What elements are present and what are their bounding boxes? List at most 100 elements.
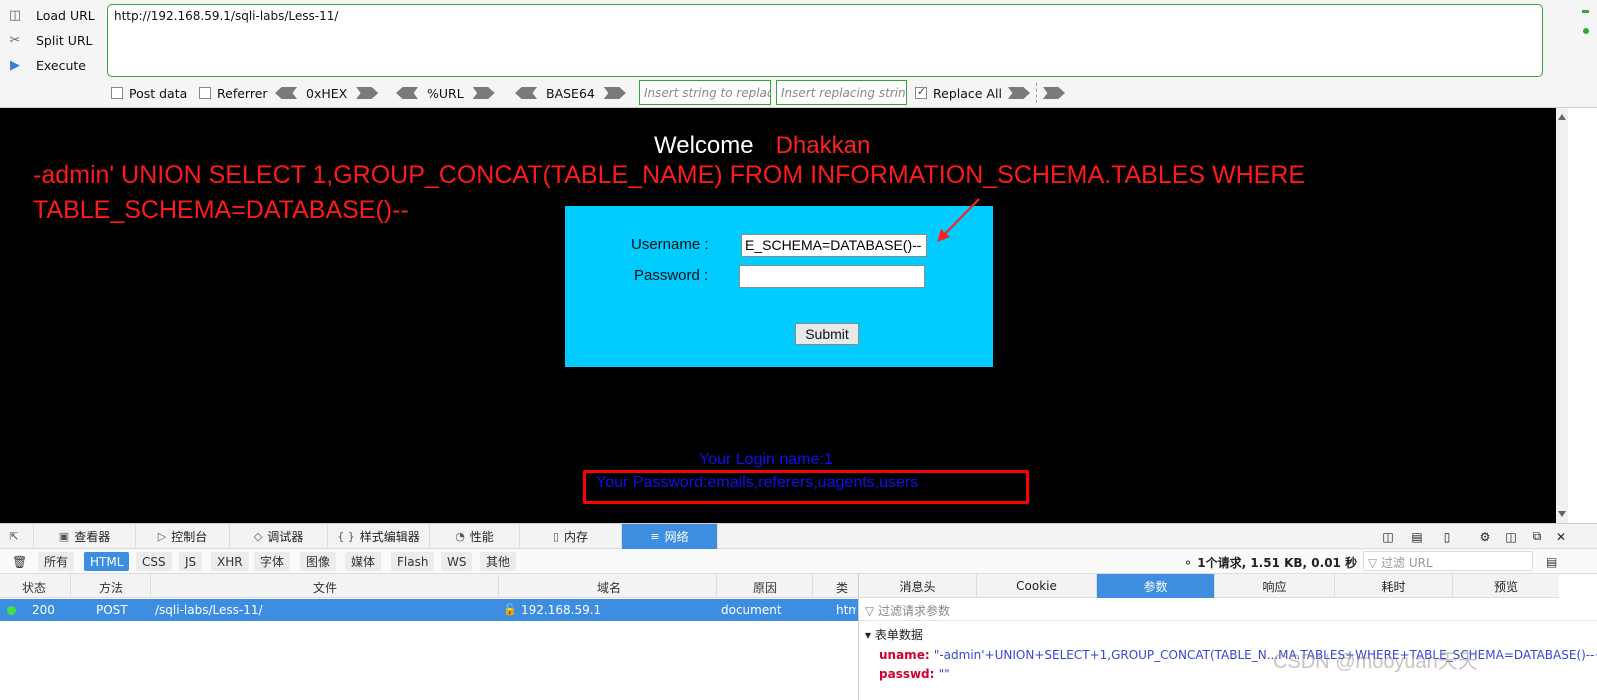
filter-ws[interactable]: WS <box>441 552 473 571</box>
tab-memory[interactable]: ▯ 内存 <box>520 524 622 549</box>
url-decode-arrow-icon[interactable] <box>396 87 418 99</box>
password-input[interactable] <box>739 265 925 288</box>
scissors-icon: ✂ <box>9 32 21 48</box>
tab-timings[interactable]: 耗时 <box>1335 574 1453 598</box>
debugger-icon: ◇ <box>253 530 263 543</box>
inspector-icon: ▣ <box>58 530 70 543</box>
base64-encode-arrow-icon[interactable] <box>603 87 626 99</box>
split-url-label: Split URL <box>36 32 93 48</box>
tab-inspector[interactable]: ▣ 查看器 <box>34 524 136 549</box>
replace-all-box[interactable] <box>915 85 927 99</box>
undock-icon[interactable]: ⧉ <box>1524 524 1550 549</box>
referrer-checkbox[interactable]: Referrer <box>199 82 268 104</box>
filter-other[interactable]: 其他 <box>480 552 517 571</box>
filter-fonts[interactable]: 字体 <box>254 552 291 571</box>
filter-media[interactable]: 媒体 <box>345 552 382 571</box>
page-viewport: Welcome Dhakkan -admin' UNION SELECT 1,GR… <box>0 108 1556 523</box>
split-console-icon[interactable]: ▤ <box>1404 524 1430 549</box>
filter-all[interactable]: 所有 <box>38 552 75 571</box>
replacing-string-input[interactable]: Insert replacing string <box>776 80 907 105</box>
replace-go <box>1008 82 1065 104</box>
form-data-section[interactable]: ▾ 表单数据 <box>865 626 923 643</box>
replace-all-checkbox[interactable]: Replace All <box>915 82 1002 104</box>
load-url-icon: ◫ <box>8 7 22 23</box>
replace-all-arrow-icon[interactable] <box>1043 87 1065 99</box>
responsive-mode-icon[interactable]: ▯ <box>1434 524 1460 549</box>
tab-label: 样式编辑器 <box>359 530 420 544</box>
post-data-box[interactable] <box>111 87 123 99</box>
username-input[interactable]: E_SCHEMA=DATABASE()-- <box>741 234 927 257</box>
param-filter-input[interactable]: ▽ 过滤请求参数 <box>865 602 950 619</box>
tab-label: 调试器 <box>267 530 304 544</box>
tab-response[interactable]: 响应 <box>1215 574 1335 598</box>
settings-gear-icon[interactable]: ⚙ <box>1472 524 1498 549</box>
tab-params[interactable]: 参数 <box>1097 574 1215 598</box>
red-arrow-annotation <box>937 198 980 242</box>
tab-style-editor[interactable]: { } 样式编辑器 <box>328 524 430 549</box>
split-url-button[interactable]: ✂ Split URL <box>6 29 93 51</box>
col-file[interactable]: 文件 <box>313 579 337 596</box>
tab-preview[interactable]: 预览 <box>1453 574 1559 598</box>
tab-debugger[interactable]: ◇ 调试器 <box>230 524 328 549</box>
status-dot-icon <box>7 606 16 615</box>
right-margin <box>1568 108 1597 523</box>
scroll-down-icon[interactable] <box>1558 511 1566 517</box>
tab-performance[interactable]: ◔ 性能 <box>430 524 520 549</box>
referrer-box[interactable] <box>199 87 211 99</box>
url-filter-input[interactable]: ▽ 过滤 URL <box>1363 551 1533 571</box>
hex-encode-arrow-icon[interactable] <box>356 87 379 99</box>
referrer-label: Referrer <box>217 85 268 101</box>
welcome-text: Welcome <box>654 132 754 159</box>
tab-label: 网络 <box>664 530 689 544</box>
base64-decode-arrow-icon[interactable] <box>515 87 537 99</box>
col-cause[interactable]: 原因 <box>753 579 777 596</box>
gauge-icon: ◔ <box>455 530 465 543</box>
col-status[interactable]: 状态 <box>22 579 46 596</box>
param-uname: uname: "-admin'+UNION+SELECT+1,GROUP_CON… <box>879 648 1597 662</box>
element-picker-button[interactable]: ⇱ <box>0 524 34 549</box>
execute-button[interactable]: ▶ Execute <box>6 54 86 76</box>
row-cause: document <box>721 603 782 617</box>
tab-headers[interactable]: 消息头 <box>859 574 977 598</box>
row-type: html <box>836 603 856 617</box>
console-icon: ▷ <box>157 530 167 543</box>
table-row[interactable]: 200 POST /sqli-labs/Less-11/ 🔓 192.168.5… <box>0 599 858 621</box>
scroll-marker-top <box>1582 10 1589 13</box>
filter-images[interactable]: 图像 <box>300 552 337 571</box>
base64-encoder: BASE64 <box>515 82 626 104</box>
request-details-panel: 消息头 Cookie 参数 响应 耗时 预览 ▽ 过滤请求参数 ▾ 表单数据 u… <box>858 574 1597 700</box>
tab-label: 查看器 <box>74 530 111 544</box>
filter-xhr[interactable]: XHR <box>211 552 249 571</box>
url-textarea[interactable]: http://192.168.59.1/sqli-labs/Less-11/ <box>107 4 1543 77</box>
replace-string-input[interactable]: Insert string to replace <box>639 80 771 105</box>
dock-side-icon[interactable]: ◫ <box>1498 524 1524 549</box>
tab-cookies[interactable]: Cookie <box>977 574 1097 598</box>
filter-flash[interactable]: Flash <box>391 552 435 571</box>
tab-console[interactable]: ▷ 控制台 <box>136 524 230 549</box>
replace-arrow-icon[interactable] <box>1008 87 1030 99</box>
param-value: "" <box>938 667 950 681</box>
page-scrollbar[interactable] <box>1556 108 1568 523</box>
submit-button[interactable]: Submit <box>795 323 859 345</box>
filter-js[interactable]: JS <box>179 552 203 571</box>
username-label: Username : <box>631 236 709 253</box>
post-data-checkbox[interactable]: Post data <box>111 82 187 104</box>
tab-network[interactable]: ≡ 网络 <box>622 524 718 549</box>
load-url-button[interactable]: ◫ Load URL <box>6 4 95 26</box>
filter-css[interactable]: CSS <box>136 552 172 571</box>
replace-all-label: Replace All <box>933 85 1002 101</box>
url-filter-placeholder: 过滤 URL <box>1381 556 1433 570</box>
col-method[interactable]: 方法 <box>99 579 123 596</box>
layout-icon[interactable]: ◫ <box>1372 524 1404 549</box>
hex-decode-arrow-icon[interactable] <box>275 87 297 99</box>
scroll-up-icon[interactable] <box>1558 114 1566 120</box>
param-value: "-admin'+UNION+SELECT+1,GROUP_CONCAT(TAB… <box>933 648 1597 662</box>
play-icon: ▶ <box>10 57 20 73</box>
filter-html[interactable]: HTML <box>84 552 130 571</box>
trash-icon[interactable]: 🗑 <box>6 552 33 571</box>
toggle-panel-icon[interactable]: ▤ <box>1540 552 1563 571</box>
url-encode-arrow-icon[interactable] <box>472 87 495 99</box>
close-icon[interactable]: ✕ <box>1550 524 1572 549</box>
col-domain[interactable]: 域名 <box>597 579 621 596</box>
braces-icon: { } <box>337 530 355 543</box>
